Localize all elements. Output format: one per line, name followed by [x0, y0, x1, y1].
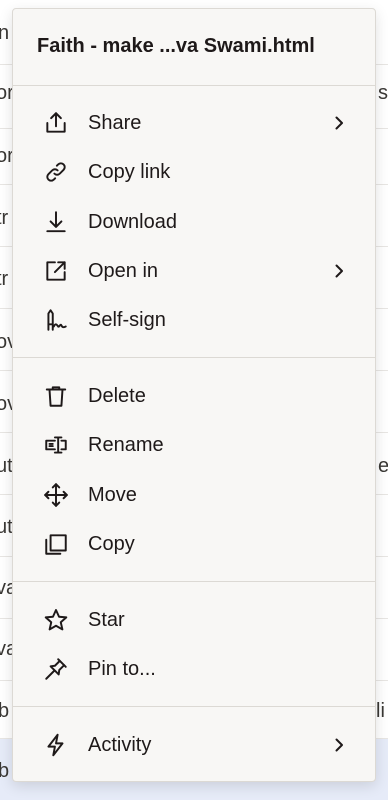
menu-item-rename[interactable]: Rename — [13, 422, 375, 468]
menu-item-label: Pin to... — [88, 657, 156, 680]
file-name-fragment: tr — [0, 207, 9, 229]
file-name-fragment: ut — [0, 516, 13, 538]
file-name-fragment: e — [378, 455, 388, 477]
file-name-fragment: ut — [0, 455, 13, 477]
menu-item-label: Download — [88, 210, 177, 233]
file-name-fragment: b — [0, 760, 10, 782]
file-name-fragment: s — [378, 82, 388, 104]
menu-item-label: Star — [88, 608, 125, 631]
menu-item-label: Copy link — [88, 160, 171, 183]
chevron-right-icon — [331, 115, 347, 131]
menu-item-star[interactable]: Star — [13, 597, 375, 643]
menu-item-download[interactable]: Download — [13, 199, 375, 245]
trash-icon — [43, 383, 69, 409]
menu-item-label: Share — [88, 111, 142, 134]
chevron-right-icon — [331, 737, 347, 753]
menu-item-copy[interactable]: Copy — [13, 521, 375, 567]
download-icon — [43, 209, 69, 235]
menu-item-pin-to[interactable]: Pin to... — [13, 646, 375, 692]
star-icon — [43, 607, 69, 633]
menu-divider — [13, 85, 375, 86]
copy-icon — [43, 531, 69, 557]
file-name-fragment: li — [376, 700, 385, 722]
menu-divider — [13, 357, 375, 358]
file-context-menu: Faith - make ...va Swami.html Share Copy… — [12, 8, 376, 782]
menu-title: Faith - make ...va Swami.html — [37, 35, 315, 57]
file-name-fragment: b — [0, 700, 10, 722]
chevron-right-icon — [331, 263, 347, 279]
menu-item-label: Activity — [88, 733, 152, 756]
menu-divider — [13, 706, 375, 707]
menu-item-label: Open in — [88, 259, 159, 282]
file-name-fragment: n — [0, 22, 10, 44]
file-name-fragment: tr — [0, 268, 9, 290]
menu-item-self-sign[interactable]: Self-sign — [13, 297, 375, 343]
menu-item-delete[interactable]: Delete — [13, 373, 375, 419]
menu-item-copy-link[interactable]: Copy link — [13, 149, 375, 195]
pin-icon — [43, 656, 69, 682]
menu-item-label: Delete — [88, 384, 146, 407]
menu-item-move[interactable]: Move — [13, 472, 375, 518]
menu-item-label: Move — [88, 483, 137, 506]
signature-icon — [43, 307, 69, 333]
menu-item-label: Self-sign — [88, 308, 166, 331]
rename-icon — [43, 432, 69, 458]
menu-item-label: Copy — [88, 532, 135, 555]
share-icon — [43, 110, 69, 136]
open-external-icon — [43, 258, 69, 284]
menu-item-activity[interactable]: Activity — [13, 722, 375, 768]
menu-item-label: Rename — [88, 433, 164, 456]
move-icon — [43, 482, 69, 508]
activity-icon — [43, 732, 69, 758]
menu-item-open-in[interactable]: Open in — [13, 248, 375, 294]
menu-divider — [13, 581, 375, 582]
link-icon — [43, 159, 69, 185]
menu-item-share[interactable]: Share — [13, 100, 375, 146]
